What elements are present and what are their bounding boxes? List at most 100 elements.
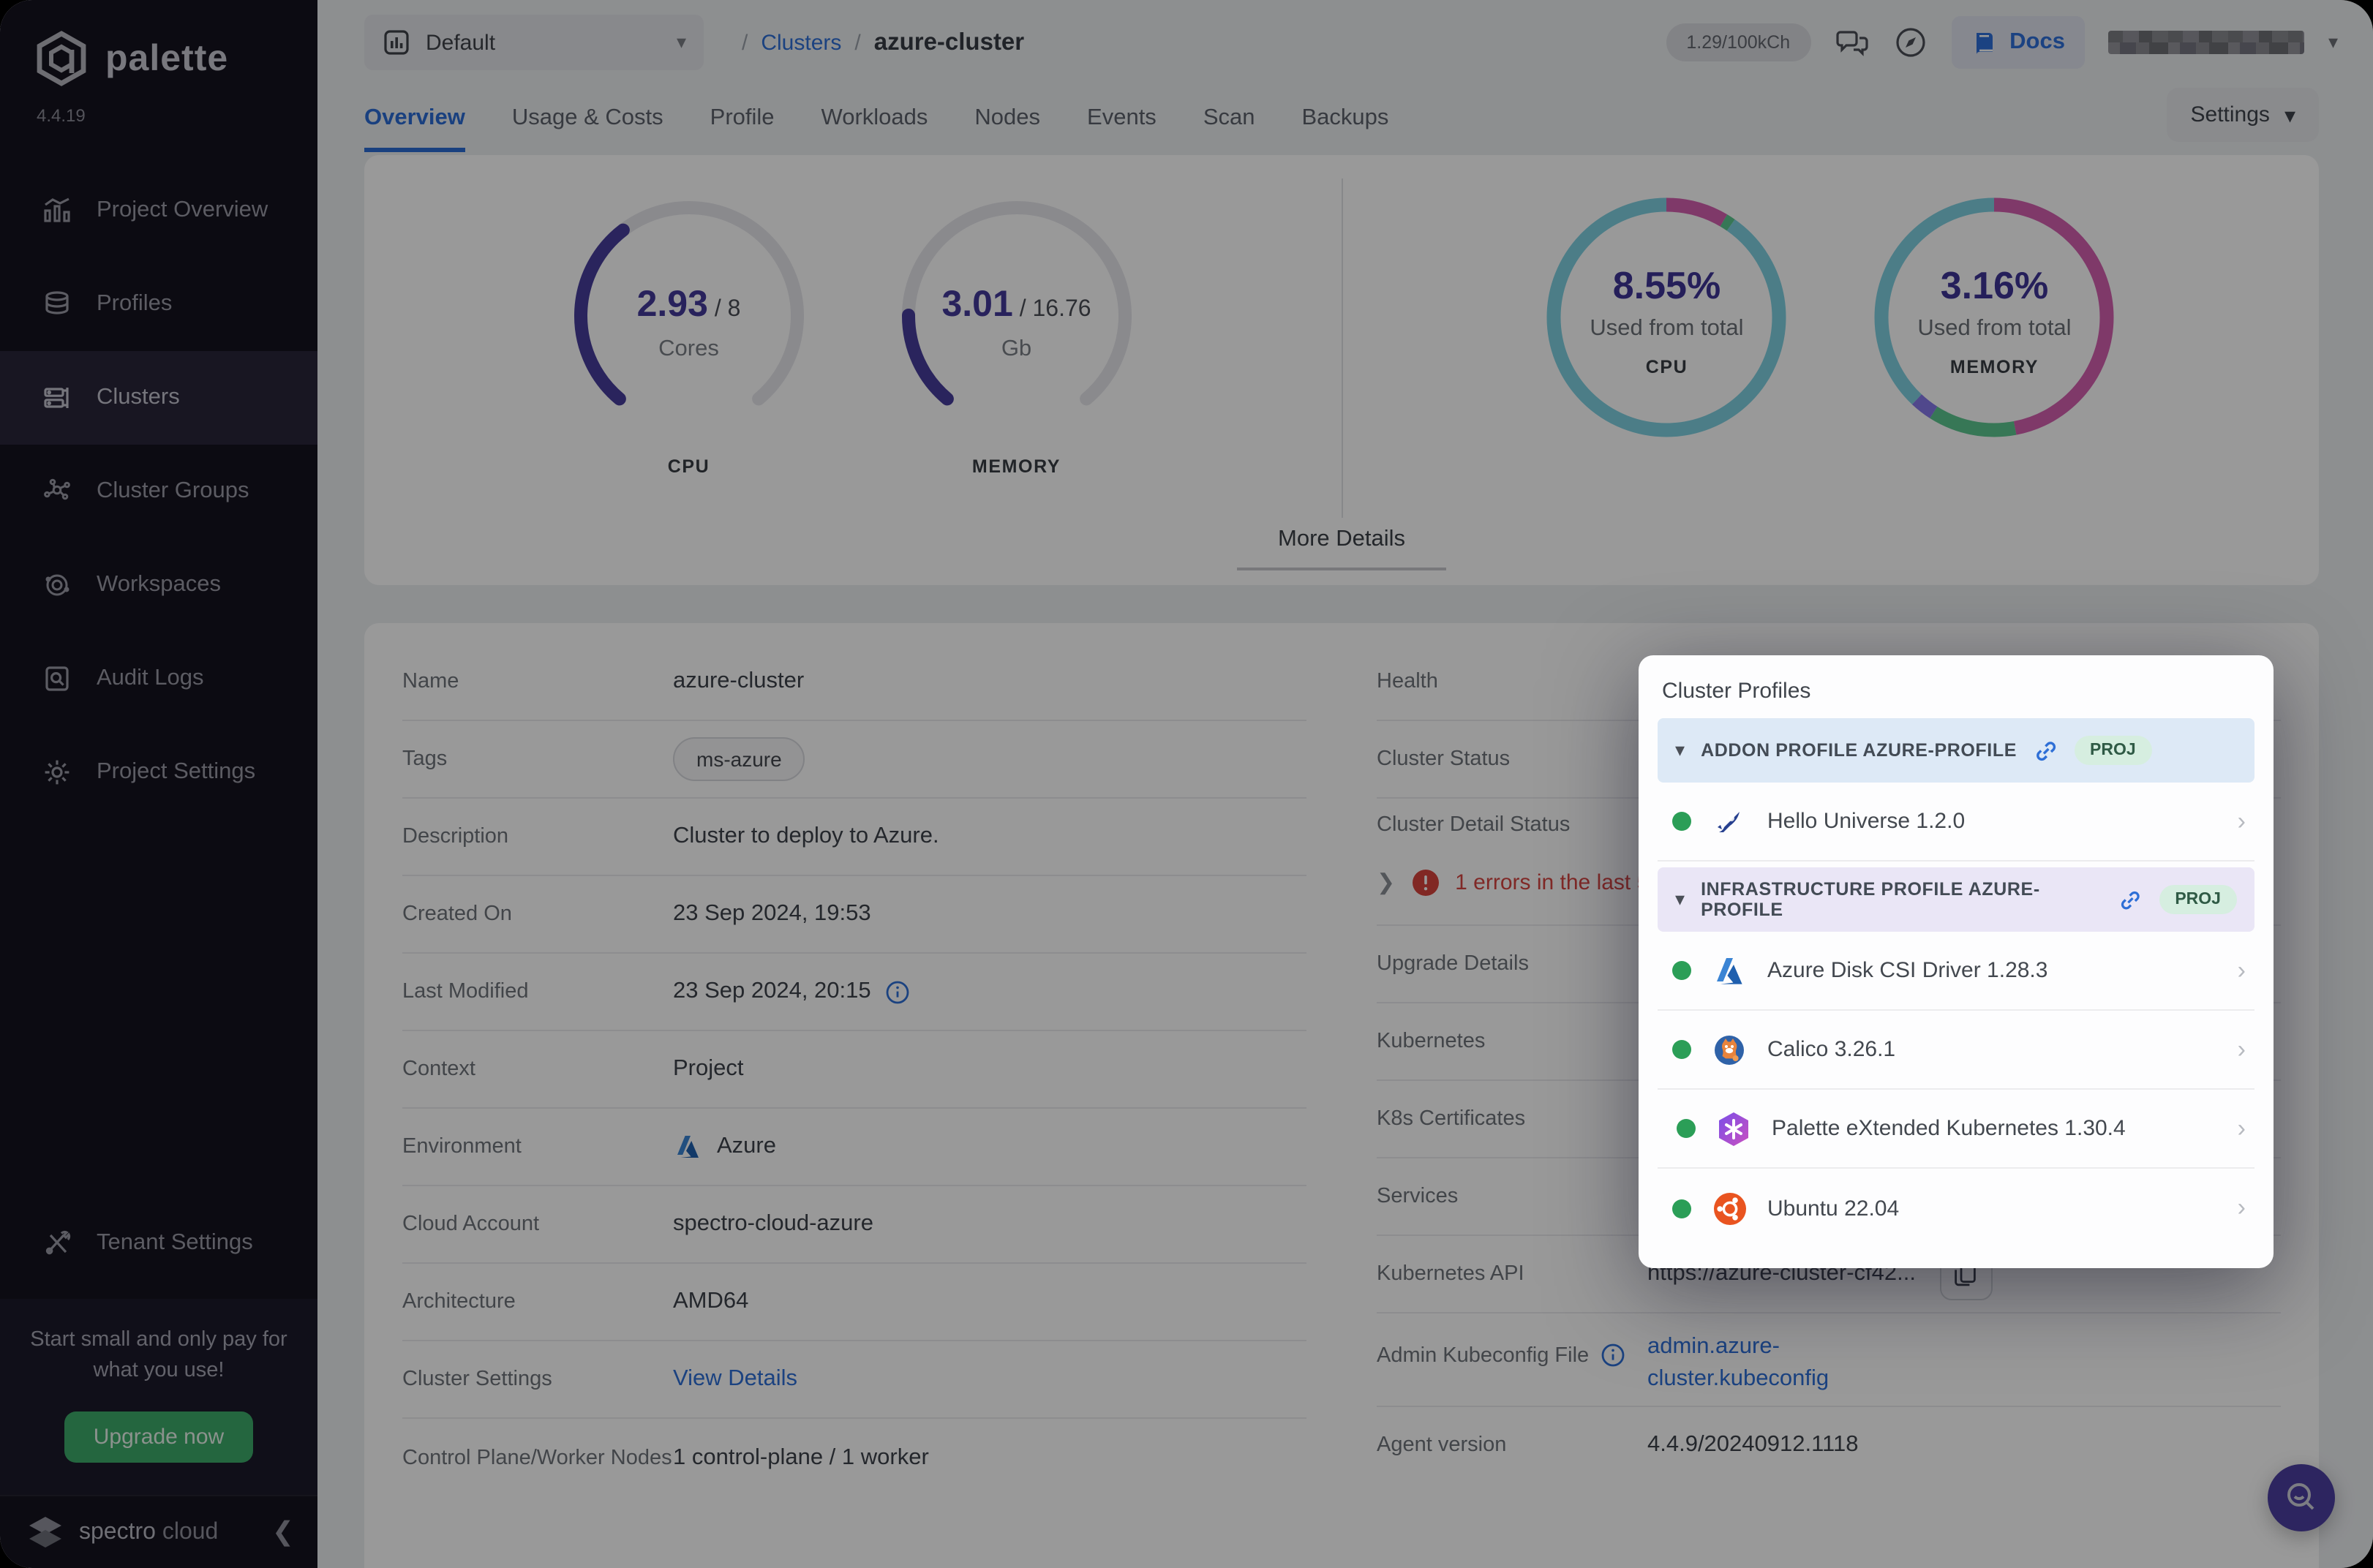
project-selector-label: Default xyxy=(426,30,495,55)
memory-gauge-value: 3.01 xyxy=(941,284,1012,325)
project-selector[interactable]: Default ▾ xyxy=(364,15,704,70)
profile-layer-calico[interactable]: Calico 3.26.1 › xyxy=(1658,1011,2254,1090)
row-label: Kubernetes xyxy=(1377,1030,1647,1053)
more-details-button[interactable]: More Details xyxy=(1237,518,1446,570)
sidebar-item-label: Audit Logs xyxy=(97,666,204,692)
tab-profile[interactable]: Profile xyxy=(710,105,775,152)
logo-text: palette xyxy=(105,37,228,80)
upgrade-now-button[interactable]: Upgrade now xyxy=(64,1411,253,1463)
docs-button[interactable]: Docs xyxy=(1951,16,2086,69)
row-label: Admin Kubeconfig File xyxy=(1377,1343,1589,1367)
memory-donut: 3.16% Used from total MEMORY xyxy=(1863,193,2126,456)
layer-name: Ubuntu 22.04 xyxy=(1767,1196,1899,1221)
addon-profile-section-header[interactable]: ▾ ADDON PROFILE AZURE-PROFILE PROJ xyxy=(1658,718,2254,783)
credits-badge: 1.29/100kCh xyxy=(1666,23,1810,61)
sidebar-item-label: Workspaces xyxy=(97,572,221,598)
sidebar-item-clusters[interactable]: Clusters xyxy=(0,351,317,445)
sidebar-item-project-settings[interactable]: Project Settings xyxy=(0,725,317,819)
chevron-right-icon: › xyxy=(2238,1194,2246,1223)
project-icon xyxy=(382,28,411,57)
row-value: Azure xyxy=(717,1134,776,1160)
profile-layer-hello-universe[interactable]: Hello Universe 1.2.0 › xyxy=(1658,783,2254,862)
tab-scan[interactable]: Scan xyxy=(1203,105,1255,152)
breadcrumb-current: azure-cluster xyxy=(874,29,1024,56)
row-label: Name xyxy=(402,670,673,693)
row-label: Upgrade Details xyxy=(1377,952,1647,976)
info-icon[interactable] xyxy=(886,979,911,1004)
row-value: 4.4.9/20240912.1118 xyxy=(1647,1433,2281,1459)
infrastructure-profile-section-header[interactable]: ▾ INFRASTRUCTURE PROFILE AZURE-PROFILE P… xyxy=(1658,867,2254,932)
row-label: Kubernetes API xyxy=(1377,1262,1647,1286)
row-value: azure-cluster xyxy=(673,668,1306,695)
cpu-gauge-label: CPU xyxy=(557,456,821,477)
breadcrumb-separator: / xyxy=(742,30,748,55)
memory-gauge-unit: Gb xyxy=(885,336,1148,363)
docs-label: Docs xyxy=(2009,29,2065,56)
tab-workloads[interactable]: Workloads xyxy=(821,105,928,152)
detail-row-description: Description Cluster to deploy to Azure. xyxy=(402,799,1306,876)
cpu-gauge-total: / 8 xyxy=(715,297,741,322)
search-fab[interactable] xyxy=(2268,1464,2335,1531)
cpu-donut: 8.55% Used from total CPU xyxy=(1535,193,1799,456)
top-bar: Default ▾ / Clusters / azure-cluster 1.2… xyxy=(317,0,2373,85)
audit-search-icon xyxy=(42,664,72,693)
tab-events[interactable]: Events xyxy=(1087,105,1157,152)
explore-button[interactable] xyxy=(1892,25,1928,60)
breadcrumb-separator: / xyxy=(854,30,860,55)
row-label: Health xyxy=(1377,670,1647,693)
sidebar-item-project-overview[interactable]: Project Overview xyxy=(0,164,317,257)
row-label: Cloud Account xyxy=(402,1213,673,1236)
tab-usage-costs[interactable]: Usage & Costs xyxy=(512,105,663,152)
detail-row-created-on: Created On 23 Sep 2024, 19:53 xyxy=(402,876,1306,954)
cpu-donut-caption: Used from total xyxy=(1535,316,1799,342)
spectro-cloud-brand: spectro cloud xyxy=(79,1519,218,1545)
kubeconfig-file-link[interactable]: admin.azure-cluster.kubeconfig xyxy=(1647,1331,1940,1397)
spectro-cloud-logo-icon xyxy=(26,1513,64,1551)
orbit-icon xyxy=(42,570,72,600)
sidebar-item-label: Tenant Settings xyxy=(97,1229,253,1256)
top-bar-right: 1.29/100kCh Docs xyxy=(1666,16,2338,69)
sidebar-item-cluster-groups[interactable]: Cluster Groups xyxy=(0,445,317,538)
cluster-settings-link[interactable]: View Details xyxy=(673,1366,797,1392)
tools-icon xyxy=(42,1228,72,1257)
detail-row-environment: Environment Azure xyxy=(402,1109,1306,1186)
gear-icon xyxy=(42,758,72,787)
chevron-down-icon: ▾ xyxy=(1675,888,1685,911)
row-label: Last Modified xyxy=(402,980,673,1003)
memory-donut-label: MEMORY xyxy=(1863,357,2126,377)
sidebar-item-label: Project Overview xyxy=(97,197,268,224)
row-label: Control Plane/Worker Nodes xyxy=(402,1446,673,1469)
user-menu-chevron-icon[interactable]: ▾ xyxy=(2328,31,2338,54)
user-name-redacted[interactable] xyxy=(2109,31,2305,54)
breadcrumb-clusters-link[interactable]: Clusters xyxy=(761,30,841,55)
tab-backups[interactable]: Backups xyxy=(1302,105,1389,152)
info-icon[interactable] xyxy=(1601,1343,1625,1368)
profile-layer-azure-disk-csi[interactable]: Azure Disk CSI Driver 1.28.3 › xyxy=(1658,932,2254,1011)
sidebar-item-workspaces[interactable]: Workspaces xyxy=(0,538,317,632)
profile-layer-ubuntu[interactable]: Ubuntu 22.04 › xyxy=(1658,1169,2254,1248)
tab-overview[interactable]: Overview xyxy=(364,105,465,152)
settings-button[interactable]: Settings ▾ xyxy=(2167,88,2319,142)
row-label: Tags xyxy=(402,747,673,771)
row-value: 23 Sep 2024, 19:53 xyxy=(673,901,1306,927)
chevron-right-icon[interactable]: ❯ xyxy=(1377,869,1395,895)
sidebar-item-tenant-settings[interactable]: Tenant Settings xyxy=(0,1196,317,1289)
layer-name: Palette eXtended Kubernetes 1.30.4 xyxy=(1772,1116,2126,1141)
detail-row-name: Name azure-cluster xyxy=(402,644,1306,721)
sidebar-item-audit-logs[interactable]: Audit Logs xyxy=(0,632,317,725)
app-version: 4.4.19 xyxy=(0,94,317,126)
section-title: INFRASTRUCTURE PROFILE AZURE-PROFILE xyxy=(1701,879,2103,920)
sidebar-item-profiles[interactable]: Profiles xyxy=(0,257,317,351)
sidebar-item-label: Clusters xyxy=(97,385,180,411)
tab-nodes[interactable]: Nodes xyxy=(974,105,1040,152)
layer-name: Hello Universe 1.2.0 xyxy=(1767,809,1965,834)
sidebar-footer: spectro cloud ❮ xyxy=(0,1495,317,1568)
sidebar-collapse-icon[interactable]: ❮ xyxy=(272,1517,294,1548)
chat-button[interactable] xyxy=(1834,25,1869,60)
row-value: Project xyxy=(673,1056,1306,1082)
cpu-gauge-value: 2.93 xyxy=(637,284,708,325)
profile-layer-pxk[interactable]: Palette eXtended Kubernetes 1.30.4 › xyxy=(1658,1090,2254,1169)
book-icon xyxy=(1971,29,1998,56)
status-dot xyxy=(1672,1199,1691,1218)
chevron-down-icon: ▾ xyxy=(2284,102,2295,128)
